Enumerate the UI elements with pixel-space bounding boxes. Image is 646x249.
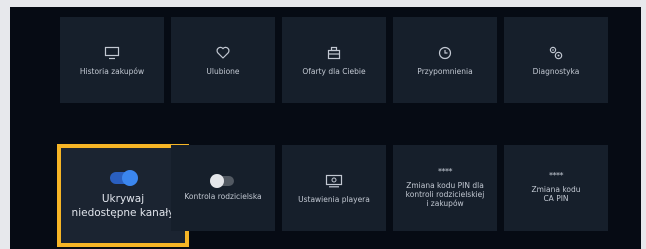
tile-change-ca-pin[interactable]: **** Zmiana kodu CA PIN (504, 145, 608, 231)
player-settings-icon (325, 173, 343, 189)
toggle-on-icon[interactable] (110, 169, 138, 186)
tile-hide-unavailable-channels[interactable]: Ukrywaj niedostępne kanały (57, 144, 189, 247)
heart-icon (214, 45, 232, 61)
tile-change-parental-pin[interactable]: **** Zmiana kodu PIN dla kontroli rodzic… (393, 145, 497, 231)
tile-offers[interactable]: Ofarty dla Ciebie (282, 17, 386, 103)
tile-favorites[interactable]: Ulubione (171, 17, 275, 103)
tile-parental-control[interactable]: Kontrola rodzicielska (171, 145, 275, 231)
tile-label: Kontrola rodzicielska (184, 191, 262, 201)
pin-dots-icon: **** (549, 171, 564, 180)
tile-player-settings[interactable]: Ustawienia playera (282, 145, 386, 231)
pin-dots-icon: **** (438, 166, 453, 176)
clock-icon (436, 45, 454, 61)
tile-diagnostics[interactable]: Diagnostyka (504, 17, 608, 103)
gift-icon (325, 45, 343, 61)
tile-reminders[interactable]: Przypomnienia (393, 17, 497, 103)
tile-label: Przypomnienia (417, 66, 473, 76)
tile-label: Zmiana kodu PIN dla kontroli rodzicielsk… (405, 180, 485, 208)
tile-purchase-history[interactable]: Historia zakupów (60, 17, 164, 103)
tile-label: Zmiana kodu CA PIN (531, 185, 581, 203)
tile-label: Ulubione (206, 66, 240, 76)
tile-label: Diagnostyka (532, 66, 580, 76)
tile-label: Ofarty dla Ciebie (302, 66, 366, 76)
toggle-off-icon[interactable] (210, 173, 234, 188)
tile-label: Historia zakupów (79, 66, 145, 76)
gears-icon (547, 45, 565, 61)
tile-label: Ukrywaj niedostępne kanały (71, 192, 175, 219)
monitor-icon (103, 45, 121, 61)
tile-label: Ustawienia playera (298, 194, 370, 204)
settings-screen: Historia zakupów Ulubione Ofarty dla Cie… (10, 7, 641, 249)
